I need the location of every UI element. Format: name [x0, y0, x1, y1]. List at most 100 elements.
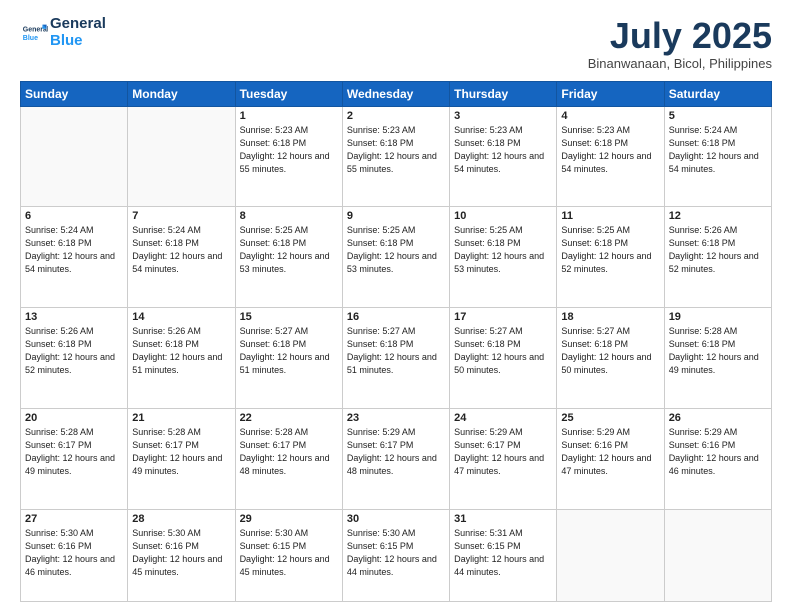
day-info: Sunrise: 5:28 AM Sunset: 6:17 PM Dayligh…: [25, 426, 123, 478]
day-info: Sunrise: 5:27 AM Sunset: 6:18 PM Dayligh…: [561, 325, 659, 377]
calendar-cell: 17Sunrise: 5:27 AM Sunset: 6:18 PM Dayli…: [450, 308, 557, 409]
day-number: 19: [669, 311, 767, 323]
logo-blue: Blue: [50, 32, 83, 49]
day-info: Sunrise: 5:25 AM Sunset: 6:18 PM Dayligh…: [454, 224, 552, 276]
calendar-cell: [557, 509, 664, 601]
location: Binanwanaan, Bicol, Philippines: [588, 56, 772, 71]
day-info: Sunrise: 5:28 AM Sunset: 6:17 PM Dayligh…: [240, 426, 338, 478]
calendar-cell: 20 Sunrise: 5:28 AM Sunset: 6:17 PM Dayli…: [21, 408, 128, 509]
day-number: 2: [347, 110, 445, 122]
day-number: 5: [669, 110, 767, 122]
day-info: Sunrise: 5:23 AM Sunset: 6:18 PM Dayligh…: [561, 124, 659, 176]
calendar-cell: 13Sunrise: 5:26 AM Sunset: 6:18 PM Dayli…: [21, 308, 128, 409]
calendar-cell: 29 Sunrise: 5:30 AM Sunset: 6:15 PM Dayli…: [235, 509, 342, 601]
calendar-table: SundayMondayTuesdayWednesdayThursdayFrid…: [20, 81, 772, 602]
day-info: Sunrise: 5:29 AM Sunset: 6:17 PM Dayligh…: [347, 426, 445, 478]
day-number: 8: [240, 210, 338, 222]
day-info: Sunrise: 5:29 AM Sunset: 6:16 PM Dayligh…: [561, 426, 659, 478]
day-number: 30: [347, 513, 445, 525]
day-number: 18: [561, 311, 659, 323]
day-number: 11: [561, 210, 659, 222]
calendar-week-row: 27 Sunrise: 5:30 AM Sunset: 6:16 PM Dayli…: [21, 509, 772, 601]
day-info: Sunrise: 5:25 AM Sunset: 6:18 PM Dayligh…: [561, 224, 659, 276]
weekday-header-sunday: Sunday: [21, 81, 128, 106]
calendar-cell: 12 Sunrise: 5:26 AM Sunset: 6:18 PM Dayli…: [664, 207, 771, 308]
calendar-cell: 1Sunrise: 5:23 AM Sunset: 6:18 PM Daylig…: [235, 106, 342, 207]
calendar-header-row: SundayMondayTuesdayWednesdayThursdayFrid…: [21, 81, 772, 106]
day-number: 20: [25, 412, 123, 424]
calendar-cell: 22 Sunrise: 5:28 AM Sunset: 6:17 PM Dayli…: [235, 408, 342, 509]
calendar-cell: 9 Sunrise: 5:25 AM Sunset: 6:18 PM Daylig…: [342, 207, 449, 308]
weekday-header-thursday: Thursday: [450, 81, 557, 106]
day-number: 10: [454, 210, 552, 222]
calendar-week-row: 13 Sunrise: 5:26 AM Sunset: 6:18 PM Dayli…: [21, 308, 772, 409]
calendar-cell: 4Sunrise: 5:23 AM Sunset: 6:18 PM Daylig…: [557, 106, 664, 207]
day-number: 15: [240, 311, 338, 323]
header: General Blue General Blue July 2025 Bina…: [20, 16, 772, 71]
day-info: Sunrise: 5:28 AM Sunset: 6:17 PM Dayligh…: [132, 426, 230, 478]
title-block: July 2025 Binanwanaan, Bicol, Philippine…: [588, 16, 772, 71]
calendar-cell: 27 Sunrise: 5:30 AM Sunset: 6:16 PM Dayli…: [21, 509, 128, 601]
day-info: Sunrise: 5:30 AM Sunset: 6:15 PM Dayligh…: [240, 527, 338, 579]
day-number: 6: [25, 210, 123, 222]
day-info: Sunrise: 5:30 AM Sunset: 6:16 PM Dayligh…: [25, 527, 123, 579]
weekday-header-saturday: Saturday: [664, 81, 771, 106]
day-number: 7: [132, 210, 230, 222]
day-info: Sunrise: 5:30 AM Sunset: 6:15 PM Dayligh…: [347, 527, 445, 579]
calendar-cell: 16Sunrise: 5:27 AM Sunset: 6:18 PM Dayli…: [342, 308, 449, 409]
day-info: Sunrise: 5:28 AM Sunset: 6:18 PM Dayligh…: [669, 325, 767, 377]
calendar-cell: 31Sunrise: 5:31 AM Sunset: 6:15 PM Dayli…: [450, 509, 557, 601]
day-number: 3: [454, 110, 552, 122]
calendar-cell: 2 Sunrise: 5:23 AM Sunset: 6:18 PM Daylig…: [342, 106, 449, 207]
day-info: Sunrise: 5:23 AM Sunset: 6:18 PM Dayligh…: [240, 124, 338, 176]
day-info: Sunrise: 5:25 AM Sunset: 6:18 PM Dayligh…: [347, 224, 445, 276]
day-info: Sunrise: 5:23 AM Sunset: 6:18 PM Dayligh…: [454, 124, 552, 176]
calendar-cell: 28 Sunrise: 5:30 AM Sunset: 6:16 PM Dayli…: [128, 509, 235, 601]
month-title: July 2025: [588, 16, 772, 56]
page: General Blue General Blue July 2025 Bina…: [0, 0, 792, 612]
day-info: Sunrise: 5:30 AM Sunset: 6:16 PM Dayligh…: [132, 527, 230, 579]
calendar-cell: 21Sunrise: 5:28 AM Sunset: 6:17 PM Dayli…: [128, 408, 235, 509]
day-number: 28: [132, 513, 230, 525]
day-info: Sunrise: 5:24 AM Sunset: 6:18 PM Dayligh…: [25, 224, 123, 276]
calendar-cell: 7 Sunrise: 5:24 AM Sunset: 6:18 PM Daylig…: [128, 207, 235, 308]
day-number: 12: [669, 210, 767, 222]
day-number: 25: [561, 412, 659, 424]
day-number: 13: [25, 311, 123, 323]
day-info: Sunrise: 5:26 AM Sunset: 6:18 PM Dayligh…: [132, 325, 230, 377]
day-number: 31: [454, 513, 552, 525]
day-number: 24: [454, 412, 552, 424]
svg-text:Blue: Blue: [23, 35, 38, 42]
weekday-header-tuesday: Tuesday: [235, 81, 342, 106]
calendar-cell: [21, 106, 128, 207]
day-info: Sunrise: 5:27 AM Sunset: 6:18 PM Dayligh…: [454, 325, 552, 377]
calendar-week-row: 20 Sunrise: 5:28 AM Sunset: 6:17 PM Dayli…: [21, 408, 772, 509]
day-info: Sunrise: 5:24 AM Sunset: 6:18 PM Dayligh…: [132, 224, 230, 276]
calendar-cell: 30 Sunrise: 5:30 AM Sunset: 6:15 PM Dayli…: [342, 509, 449, 601]
day-info: Sunrise: 5:26 AM Sunset: 6:18 PM Dayligh…: [669, 224, 767, 276]
calendar-cell: 24Sunrise: 5:29 AM Sunset: 6:17 PM Dayli…: [450, 408, 557, 509]
day-number: 9: [347, 210, 445, 222]
weekday-header-wednesday: Wednesday: [342, 81, 449, 106]
calendar-cell: [128, 106, 235, 207]
calendar-cell: 14Sunrise: 5:26 AM Sunset: 6:18 PM Dayli…: [128, 308, 235, 409]
calendar-cell: 23Sunrise: 5:29 AM Sunset: 6:17 PM Dayli…: [342, 408, 449, 509]
day-number: 22: [240, 412, 338, 424]
day-info: Sunrise: 5:27 AM Sunset: 6:18 PM Dayligh…: [240, 325, 338, 377]
calendar-week-row: 6 Sunrise: 5:24 AM Sunset: 6:18 PM Daylig…: [21, 207, 772, 308]
day-number: 29: [240, 513, 338, 525]
day-info: Sunrise: 5:25 AM Sunset: 6:18 PM Dayligh…: [240, 224, 338, 276]
day-number: 16: [347, 311, 445, 323]
calendar-cell: 15 Sunrise: 5:27 AM Sunset: 6:18 PM Dayli…: [235, 308, 342, 409]
calendar-cell: 19 Sunrise: 5:28 AM Sunset: 6:18 PM Dayli…: [664, 308, 771, 409]
calendar-cell: 3 Sunrise: 5:23 AM Sunset: 6:18 PM Daylig…: [450, 106, 557, 207]
day-info: Sunrise: 5:29 AM Sunset: 6:16 PM Dayligh…: [669, 426, 767, 478]
day-info: Sunrise: 5:23 AM Sunset: 6:18 PM Dayligh…: [347, 124, 445, 176]
calendar-cell: 8 Sunrise: 5:25 AM Sunset: 6:18 PM Daylig…: [235, 207, 342, 308]
logo-text: General Blue: [50, 16, 106, 49]
weekday-header-friday: Friday: [557, 81, 664, 106]
calendar-week-row: 1Sunrise: 5:23 AM Sunset: 6:18 PM Daylig…: [21, 106, 772, 207]
calendar-cell: 18 Sunrise: 5:27 AM Sunset: 6:18 PM Dayli…: [557, 308, 664, 409]
calendar-cell: 25 Sunrise: 5:29 AM Sunset: 6:16 PM Dayli…: [557, 408, 664, 509]
day-number: 27: [25, 513, 123, 525]
